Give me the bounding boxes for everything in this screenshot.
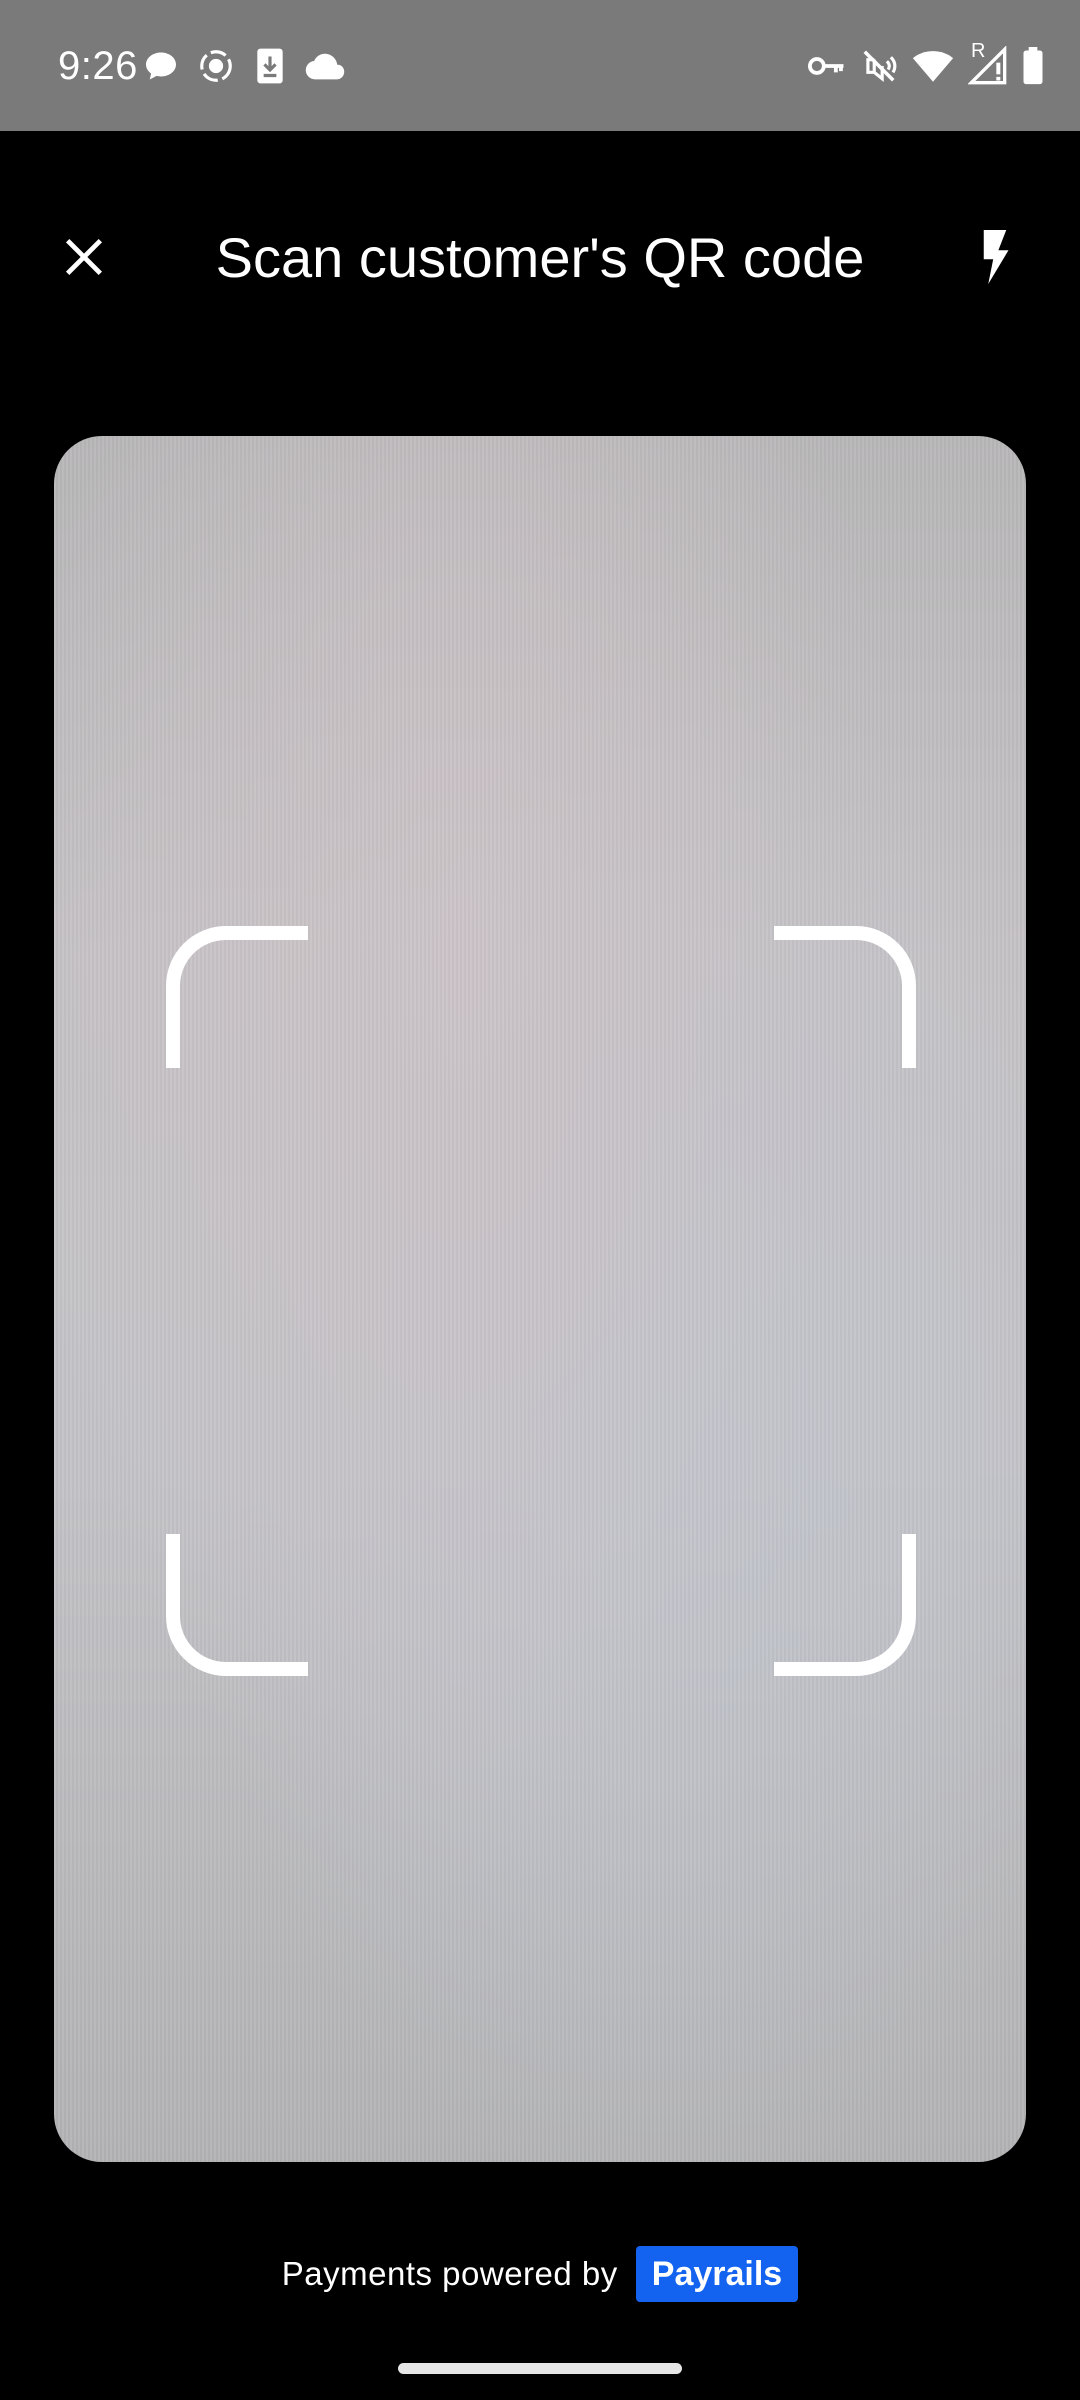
- flash-icon: [983, 230, 1009, 284]
- vibrate-off-icon: [863, 50, 897, 82]
- chat-bubble-icon: [146, 52, 176, 80]
- cloud-icon: [305, 53, 345, 80]
- scan-corner-bottom-left: [166, 1534, 308, 1676]
- powered-by-text: Payments powered by: [281, 2255, 618, 2292]
- signal-roaming-icon: R: [968, 40, 1008, 86]
- top-app-bar: Scan customer's QR code: [0, 131, 1080, 391]
- vpn-key-icon: [808, 57, 844, 75]
- payrails-logo: Payrails: [635, 2246, 799, 2302]
- status-time: 9:26: [58, 44, 138, 88]
- battery-icon: [1023, 47, 1043, 85]
- scan-corner-top-left: [166, 926, 308, 1068]
- qr-scan-frame: [166, 926, 916, 1676]
- flash-toggle-button[interactable]: [955, 217, 1035, 297]
- scan-corner-bottom-right: [774, 1534, 916, 1676]
- wifi-icon: [912, 51, 954, 82]
- powered-by-footer: Payments powered by Payrails: [0, 2244, 1080, 2304]
- status-bar: 9:26 R: [0, 0, 1080, 131]
- status-left-icons: [143, 44, 345, 88]
- download-icon: [257, 48, 283, 84]
- status-right-icons: R: [808, 40, 1044, 88]
- scan-corner-top-right: [774, 926, 916, 1068]
- screen-record-icon: [200, 50, 232, 82]
- page-title: Scan customer's QR code: [215, 226, 865, 289]
- roaming-label: R: [971, 40, 986, 62]
- home-indicator[interactable]: [398, 2363, 682, 2374]
